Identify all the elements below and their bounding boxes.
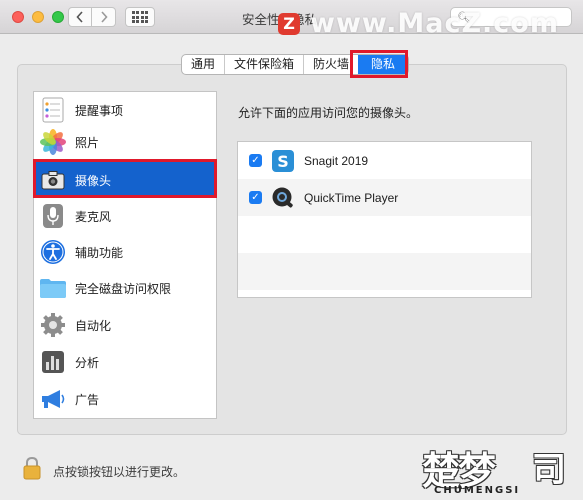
sidebar-item-label: 分析	[75, 355, 100, 370]
sidebar-item-automation[interactable]: 自动化	[34, 307, 216, 343]
app-permission-list[interactable]: ✓ S Snagit 2019 ✓ QuickTime Player	[237, 141, 532, 298]
title-bar: 安全性与隐私 🔍︎	[0, 0, 583, 34]
app-row-quicktime[interactable]: ✓ QuickTime Player	[238, 179, 531, 216]
sidebar-item-label: 自动化	[75, 318, 112, 333]
reminders-icon	[39, 96, 67, 124]
checkbox-quicktime[interactable]: ✓	[249, 191, 262, 204]
back-button[interactable]	[68, 7, 92, 27]
gear-icon	[39, 311, 67, 339]
app-name: QuickTime Player	[304, 190, 399, 205]
sidebar-item-full-disk-access[interactable]: 完全磁盘访问权限	[34, 270, 216, 306]
minimize-window-button[interactable]	[32, 11, 44, 23]
empty-row	[238, 253, 531, 290]
accessibility-icon	[39, 238, 67, 266]
zoom-window-button[interactable]	[52, 11, 64, 23]
watermark-chumengsi: 楚梦 司 CHUMENGSI	[410, 436, 583, 500]
sidebar-item-analytics[interactable]: 分析	[34, 344, 216, 380]
app-row-snagit[interactable]: ✓ S Snagit 2019	[238, 142, 531, 179]
search-field[interactable]: 🔍︎	[450, 7, 572, 27]
sidebar-item-advertising[interactable]: 广告	[34, 381, 216, 417]
lock-hint-text: 点按锁按钮以进行更改。	[53, 465, 186, 479]
megaphone-icon	[39, 385, 67, 413]
tab-highlight-box	[350, 50, 408, 78]
app-name: Snagit 2019	[304, 153, 369, 168]
forward-button[interactable]	[92, 7, 116, 27]
sidebar-item-accessibility[interactable]: 辅助功能	[34, 234, 216, 270]
sidebar-item-label: 完全磁盘访问权限	[75, 281, 172, 296]
snagit-icon: S	[270, 148, 296, 174]
selection-highlight-box	[33, 159, 217, 198]
analytics-icon	[39, 348, 67, 376]
privacy-category-list[interactable]: 提醒事项 照片 摄像头 麦克风 辅助功能 完全磁盘访问权限 自动化 分析 广告	[33, 91, 217, 419]
close-window-button[interactable]	[12, 11, 24, 23]
show-all-button[interactable]	[125, 7, 155, 27]
grid-icon	[131, 11, 149, 23]
sidebar-item-photos[interactable]: 照片	[34, 124, 216, 160]
quicktime-icon	[270, 185, 296, 211]
chevron-right-icon	[100, 11, 108, 23]
tab-filevault[interactable]: 文件保险箱	[224, 55, 303, 74]
sidebar-item-label: 麦克风	[75, 209, 112, 224]
sidebar-item-microphone[interactable]: 麦克风	[34, 198, 216, 234]
empty-row	[238, 216, 531, 253]
tab-general[interactable]: 通用	[182, 55, 224, 74]
sidebar-item-label: 广告	[75, 392, 100, 407]
brand-text-en: CHUMENGSI	[434, 485, 521, 496]
chevron-left-icon	[76, 11, 83, 23]
folder-icon	[39, 274, 67, 302]
checkbox-snagit[interactable]: ✓	[249, 154, 262, 167]
microphone-icon	[39, 202, 67, 230]
sidebar-item-label: 照片	[75, 135, 100, 150]
search-input[interactable]	[469, 10, 565, 22]
photos-icon	[39, 128, 67, 156]
sidebar-item-label: 提醒事项	[75, 103, 124, 118]
svg-text:S: S	[277, 152, 289, 171]
sidebar-item-label: 辅助功能	[75, 245, 124, 260]
camera-access-prompt: 允许下面的应用访问您的摄像头。	[238, 106, 419, 120]
sidebar-item-reminders[interactable]: 提醒事项	[34, 92, 216, 128]
window-title: 安全性与隐私	[242, 13, 318, 27]
lock-icon[interactable]	[23, 456, 41, 480]
brand-text-cn-2: 司	[532, 450, 566, 490]
